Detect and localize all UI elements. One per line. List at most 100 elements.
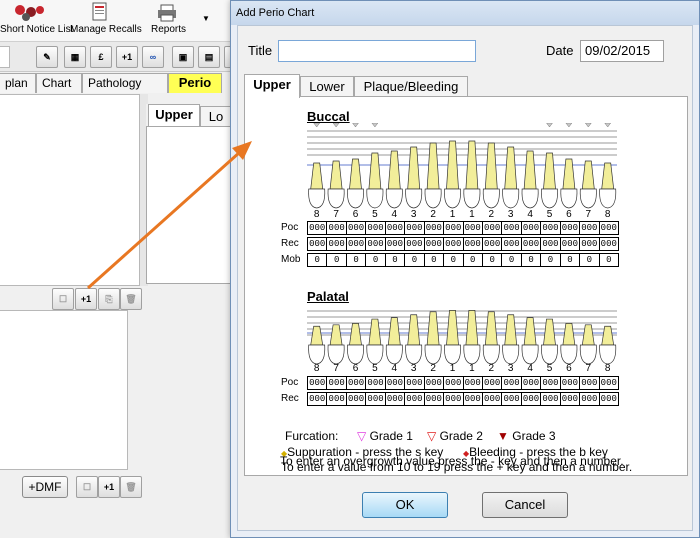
value-cell[interactable]: 000: [366, 222, 386, 234]
value-cell[interactable]: 0: [327, 254, 347, 266]
ok-button[interactable]: OK: [362, 492, 448, 518]
furcation-marker[interactable]: [565, 123, 573, 128]
printer-icon[interactable]: [157, 4, 177, 22]
tooth[interactable]: [347, 323, 364, 365]
tooth[interactable]: [308, 325, 326, 365]
notes-panel-top[interactable]: [0, 94, 140, 286]
save-icon[interactable]: ▣: [172, 46, 194, 68]
value-cell[interactable]: 000: [405, 393, 425, 405]
buccal-teeth-diagram[interactable]: [307, 123, 617, 209]
tooth[interactable]: [366, 318, 384, 365]
value-cell[interactable]: 000: [308, 377, 328, 389]
value-cell[interactable]: 000: [347, 222, 367, 234]
value-cell[interactable]: 0: [308, 254, 328, 266]
tooth[interactable]: [347, 158, 364, 209]
value-cell[interactable]: 000: [561, 222, 581, 234]
tooth[interactable]: [521, 150, 539, 209]
tooth[interactable]: [444, 310, 461, 365]
value-cell[interactable]: 000: [464, 393, 483, 405]
tooth[interactable]: [405, 146, 423, 209]
value-cell[interactable]: 000: [561, 238, 581, 250]
furcation-marker[interactable]: [546, 123, 553, 128]
tooth[interactable]: [502, 314, 520, 365]
tooth[interactable]: [599, 325, 617, 365]
value-cell[interactable]: 0: [347, 254, 367, 266]
value-cell[interactable]: 000: [464, 238, 483, 250]
trash-icon-2[interactable]: 🗑: [120, 476, 142, 498]
cash-register-icon[interactable]: ▦: [64, 46, 86, 68]
tab-upper[interactable]: Upper: [244, 74, 300, 98]
tab-lower[interactable]: Lower: [300, 76, 354, 98]
value-cell[interactable]: 000: [483, 393, 503, 405]
value-cell[interactable]: 000: [366, 238, 386, 250]
value-cell[interactable]: 0: [366, 254, 386, 266]
value-cell[interactable]: 000: [327, 393, 347, 405]
value-cell[interactable]: 0: [483, 254, 503, 266]
tooth-icon[interactable]: ☐: [52, 288, 74, 310]
value-cell[interactable]: 000: [600, 377, 618, 389]
plus-one-small-button[interactable]: +1: [75, 288, 97, 310]
tooth[interactable]: [424, 142, 442, 209]
tooth[interactable]: [599, 162, 617, 209]
tab-perio[interactable]: Perio: [168, 73, 222, 93]
value-cell[interactable]: 000: [541, 393, 561, 405]
furcation-marker[interactable]: [584, 123, 592, 128]
value-cell[interactable]: 000: [444, 393, 464, 405]
tooth[interactable]: [366, 152, 384, 209]
value-cell[interactable]: 000: [502, 377, 522, 389]
furcation-marker[interactable]: [604, 123, 612, 128]
value-cell[interactable]: 000: [347, 238, 367, 250]
value-cell[interactable]: 000: [327, 238, 347, 250]
value-cell[interactable]: 000: [444, 238, 464, 250]
value-cell[interactable]: 0: [386, 254, 406, 266]
tooth[interactable]: [424, 311, 442, 365]
tooth[interactable]: [560, 323, 578, 365]
value-cell[interactable]: 000: [464, 222, 483, 234]
manage-recalls-label[interactable]: Manage Recalls: [70, 24, 142, 35]
value-cell[interactable]: 0: [522, 254, 542, 266]
tooth[interactable]: [327, 160, 345, 209]
tooth[interactable]: [327, 324, 345, 365]
value-cell[interactable]: 000: [561, 393, 581, 405]
value-cell[interactable]: 000: [347, 377, 367, 389]
palatal-teeth-diagram[interactable]: [307, 303, 617, 365]
value-cell[interactable]: 000: [600, 393, 618, 405]
reports-label[interactable]: Reports: [151, 24, 186, 35]
value-cell[interactable]: 000: [580, 393, 600, 405]
value-cell[interactable]: 000: [386, 393, 406, 405]
value-cell[interactable]: 000: [308, 238, 328, 250]
furcation-marker[interactable]: [371, 123, 379, 128]
tooth[interactable]: [541, 318, 558, 365]
value-cell[interactable]: 0: [541, 254, 561, 266]
tooth[interactable]: [521, 317, 539, 365]
trash-icon[interactable]: 🗑: [120, 288, 142, 310]
furcation-marker[interactable]: [332, 123, 340, 128]
value-cell[interactable]: 000: [600, 238, 618, 250]
furcation-marker[interactable]: [352, 123, 359, 128]
value-cell[interactable]: 000: [561, 377, 581, 389]
value-cell[interactable]: 0: [444, 254, 464, 266]
value-cell[interactable]: 0: [502, 254, 522, 266]
value-cell[interactable]: 000: [444, 222, 464, 234]
tab-plan[interactable]: plan: [0, 73, 36, 93]
value-cell[interactable]: 000: [483, 222, 503, 234]
tooth[interactable]: [405, 314, 423, 365]
value-cell[interactable]: 0: [561, 254, 581, 266]
tooth[interactable]: [385, 317, 403, 365]
puzzle-icon[interactable]: [10, 2, 46, 24]
value-cell[interactable]: 000: [425, 238, 445, 250]
tab-plaque-bleeding[interactable]: Plaque/Bleeding: [354, 76, 468, 98]
tooth[interactable]: [444, 140, 461, 209]
value-cell[interactable]: 0: [425, 254, 445, 266]
value-cell[interactable]: 000: [522, 238, 542, 250]
value-cell[interactable]: 000: [386, 238, 406, 250]
pound-button[interactable]: £: [90, 46, 112, 68]
tooth[interactable]: [579, 324, 597, 365]
plus-one-button[interactable]: +1: [116, 46, 138, 68]
value-cell[interactable]: 000: [308, 393, 328, 405]
value-cell[interactable]: 000: [541, 238, 561, 250]
value-cell[interactable]: 000: [541, 222, 561, 234]
tooth[interactable]: [308, 162, 326, 209]
value-cell[interactable]: 000: [386, 377, 406, 389]
edit-button[interactable]: ✎: [36, 46, 58, 68]
